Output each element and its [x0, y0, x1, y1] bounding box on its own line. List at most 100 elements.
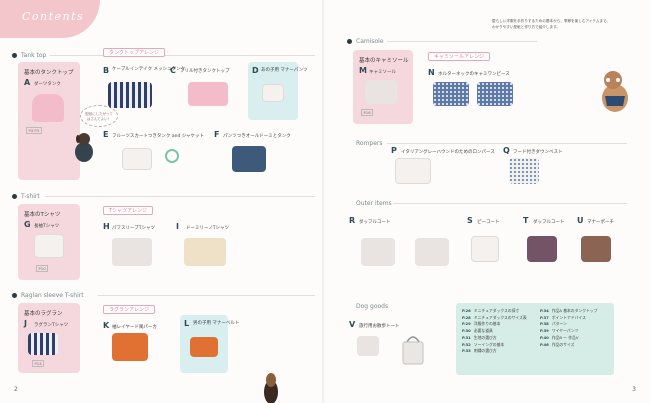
item-letter: R	[349, 216, 356, 225]
item-name: 袖レイヤード風パーカ	[112, 325, 157, 330]
item-letter: T	[523, 216, 529, 225]
section-divider	[393, 203, 627, 204]
arrange-label: Tシャツアレンジ	[103, 206, 154, 215]
item-letter: G	[24, 220, 31, 229]
section-head-camisole: Camisole	[347, 38, 384, 45]
basic-card-title: 基本のキャミソール	[359, 58, 409, 64]
garment-thumbnail	[477, 82, 513, 106]
contents-title: Contents	[22, 10, 85, 23]
section-head-raglan: Raglan sleeve T-shirt	[12, 292, 84, 299]
item-letter: M	[359, 66, 367, 75]
item-name: ドーミリーノTシャツ	[186, 226, 229, 231]
section-dot-icon	[347, 39, 352, 44]
section-dot-icon	[347, 141, 352, 146]
toc-column-right: P.34 作品A 基本のタンクトップ P.37 ポイントアドバイス P.38 パターン…	[540, 308, 597, 348]
page-ref: P16	[361, 109, 375, 116]
toc-row[interactable]: P.29 洋服作りの基本	[462, 321, 527, 328]
toc-row[interactable]: P.32 ソーイングの基本	[462, 342, 527, 349]
section-label: T-shirt	[21, 193, 40, 200]
garment-thumbnail	[581, 236, 611, 262]
section-dot-icon	[12, 53, 17, 58]
garment-thumbnail	[232, 146, 266, 172]
toc-row[interactable]: P.37 ポイントアドバイス	[540, 315, 597, 322]
section-label: Dog goods	[356, 303, 389, 310]
basic-card-tshirt[interactable]: 基本のTシャツ G 長袖Tシャツ P10	[18, 204, 80, 280]
page-ref: P14	[32, 360, 46, 367]
card-l[interactable]: L 男の子用 マナーベルト	[180, 315, 239, 373]
toc-row[interactable]: P.39 ワイヤーパンツ	[540, 328, 597, 335]
garment-thumbnail	[188, 82, 228, 106]
toc-row[interactable]: P.28 ミニチュアダックスのサイズ表	[462, 315, 527, 322]
garment-thumbnail	[415, 238, 449, 266]
item-name: 旅行用お散歩トート	[359, 324, 400, 329]
toc-row[interactable]: P.40 作品B 〜 作品V	[540, 335, 597, 342]
item-letter: P	[391, 146, 397, 155]
item-name: ダーツタンク	[34, 82, 61, 87]
garment-thumbnail	[395, 158, 431, 184]
section-label: Rompers	[356, 140, 383, 147]
section-divider	[387, 41, 537, 42]
item-letter: B	[103, 66, 110, 75]
item-name: ピーコート	[477, 220, 500, 225]
garment-thumbnail	[527, 236, 557, 262]
toc-box: P.26 ミニチュアダックスの採寸 P.28 ミニチュアダックスのサイズ表 P.29…	[456, 303, 614, 375]
toc-row[interactable]: P.33 刺繍の選び方	[462, 348, 527, 355]
basic-card-title: 基本のTシャツ	[24, 212, 61, 218]
item-name: ダッフルコート	[359, 220, 391, 225]
item-letter: V	[349, 320, 356, 329]
basic-card-camisole[interactable]: 基本のキャミソール M キャミソール P16	[353, 50, 413, 124]
item-name: フルーツスカートつきタンク and ジャケット	[112, 134, 205, 139]
basic-card-title: 基本のラグラン	[24, 311, 63, 317]
garment-thumbnail	[509, 158, 539, 184]
toc-row[interactable]: P.38 パターン	[540, 321, 597, 328]
section-label: Camisole	[356, 38, 384, 45]
item-name: イタリアングレーハウンドのためのロンパース	[401, 150, 495, 155]
garment-thumbnail	[184, 238, 226, 266]
section-head-tshirt: T-shirt	[12, 193, 40, 200]
section-label: Tank top	[21, 52, 47, 59]
section-dot-icon	[347, 304, 352, 309]
section-head-tanktop: Tank top	[12, 52, 46, 59]
toc-row[interactable]: P.34 作品A 基本のタンクトップ	[540, 308, 597, 315]
toc-row[interactable]: P.31 生地の選び方	[462, 335, 527, 342]
card-d[interactable]: D あの子用 マナーパンツ	[248, 62, 308, 120]
ring-accessory-icon	[165, 149, 179, 163]
garment-thumbnail	[122, 148, 152, 170]
item-name: フード付きダウンベスト	[513, 150, 563, 155]
section-label: Raglan sleeve T-shirt	[21, 292, 84, 299]
left-page: Contents Tank top 基本のタンクトップ A ダーツタンク P4 …	[0, 0, 325, 403]
dog-photo	[75, 133, 93, 162]
garment-thumbnail	[34, 234, 64, 258]
page-number: 3	[632, 386, 636, 393]
right-page: 愛らしい洋服を手作りするための基本から、季節を楽しむアイテムまで、わかりやすい型…	[325, 0, 650, 403]
tote-bag-icon	[402, 336, 424, 365]
item-letter: I	[176, 222, 179, 231]
contents-header-blob: Contents	[0, 0, 100, 38]
section-head-goods: Dog goods	[347, 303, 388, 310]
section-divider	[387, 143, 627, 144]
arrange-label: キャミソールアレンジ	[428, 52, 491, 61]
garment-thumbnail	[357, 336, 379, 356]
section-dot-icon	[12, 194, 17, 199]
item-name: 長袖Tシャツ	[34, 224, 60, 229]
item-letter: H	[103, 222, 110, 231]
toc-row[interactable]: P.30 必要な道具	[462, 328, 527, 335]
garment-thumbnail	[108, 82, 152, 108]
basic-card-raglan[interactable]: 基本のラグラン J ラグランTシャツ P14	[18, 303, 80, 373]
item-letter: S	[467, 216, 473, 225]
arrange-label: タンクトップアレンジ	[103, 48, 166, 57]
item-letter: F	[214, 130, 220, 139]
item-name: マナーポーチ	[587, 220, 614, 225]
toc-row[interactable]: P.26 ミニチュアダックスの採寸	[462, 308, 527, 315]
item-letter: A	[24, 78, 31, 87]
section-dot-icon	[347, 201, 352, 206]
toc-row[interactable]: P.46 作品のサイズ	[540, 342, 597, 349]
page-number: 2	[14, 386, 18, 393]
arrange-label: ラグランアレンジ	[103, 305, 156, 314]
item-letter: K	[103, 321, 110, 330]
garment-thumbnail	[365, 80, 397, 104]
page-ref: P4 P3	[26, 127, 44, 134]
section-divider	[50, 55, 315, 56]
garment-thumbnail	[471, 236, 499, 262]
toc-column-left: P.26 ミニチュアダックスの採寸 P.28 ミニチュアダックスのサイズ表 P.29…	[462, 308, 527, 355]
